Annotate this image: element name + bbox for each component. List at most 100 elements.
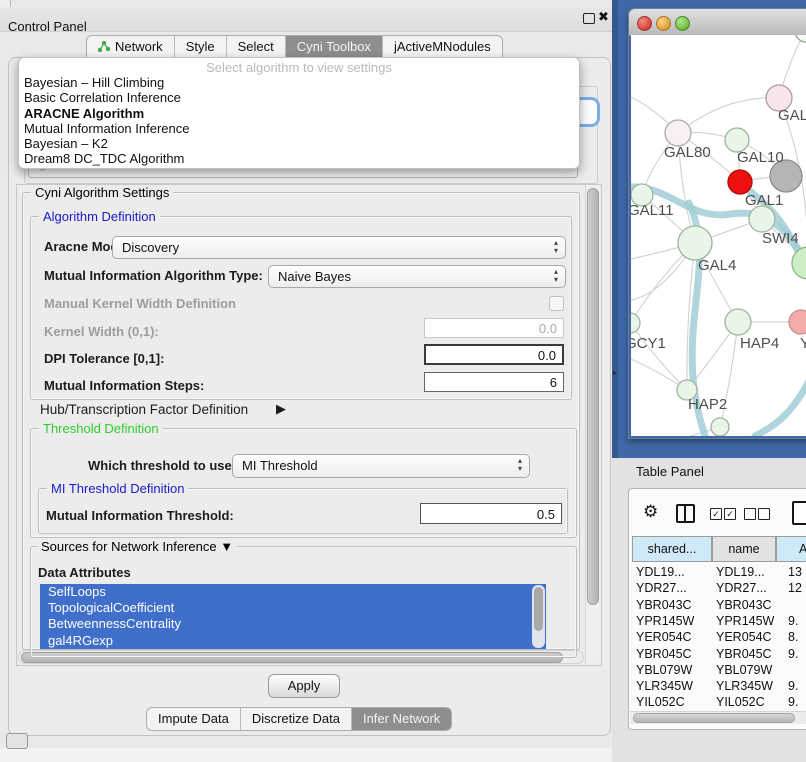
kernel-width-field[interactable]: 0.0 bbox=[424, 318, 564, 338]
table-cell: 8. bbox=[788, 629, 798, 645]
minimized-panel-icon[interactable] bbox=[6, 733, 28, 749]
table-row-ylr345w[interactable]: YLR345WYLR345W9. bbox=[632, 678, 806, 694]
network-edge bbox=[631, 323, 687, 390]
node-label-gal1: GAL1 bbox=[745, 192, 783, 209]
which-threshold-combobox[interactable]: MI Threshold ▴▾ bbox=[232, 454, 530, 478]
node-label-gal10: GAL10 bbox=[737, 149, 784, 166]
network-node-HAP4[interactable] bbox=[725, 309, 751, 335]
table-row-ypr145w[interactable]: YPR145WYPR145W9. bbox=[632, 613, 806, 629]
table-row-ydr27[interactable]: YDR27...YDR27...12 bbox=[632, 580, 806, 596]
zoom-traffic-light[interactable] bbox=[675, 16, 690, 31]
table-row-ybr043c[interactable]: YBR043CYBR043C bbox=[632, 597, 806, 613]
cyni-settings-title: Cyni Algorithm Settings bbox=[31, 185, 173, 200]
tab-style[interactable]: Style bbox=[175, 36, 227, 58]
table-row-ydl19[interactable]: YDL19...YDL19...13 bbox=[632, 564, 806, 580]
mi-steps-field[interactable]: 6 bbox=[424, 372, 564, 392]
caret-right-icon[interactable]: ▶ bbox=[276, 401, 286, 417]
table-horizontal-scrollbar-thumb[interactable] bbox=[633, 713, 795, 723]
algorithm-option-mutual-information-inference[interactable]: Mutual Information Inference bbox=[19, 121, 579, 136]
data-attributes-list: SelfLoopsTopologicalCoefficientBetweenne… bbox=[40, 584, 546, 649]
network-icon bbox=[98, 41, 110, 53]
network-node-top-partial[interactable] bbox=[795, 35, 806, 42]
control-panel-tabbar: NetworkStyleSelectCyni ToolboxjActiveMNo… bbox=[86, 35, 503, 59]
table-cell: YDL19... bbox=[716, 564, 765, 580]
attribute-item-selfloops[interactable]: SelfLoops bbox=[40, 584, 546, 600]
document-icon[interactable] bbox=[792, 501, 806, 525]
network-node-bottom-partial[interactable] bbox=[711, 418, 729, 436]
table-row-ybl079w[interactable]: YBL079WYBL079W bbox=[632, 662, 806, 678]
algorithm-option-basic-correlation-inference[interactable]: Basic Correlation Inference bbox=[19, 90, 579, 105]
column-header-shared[interactable]: shared... bbox=[632, 536, 712, 562]
table-cell: YBL079W bbox=[636, 662, 692, 678]
dpi-tolerance-field[interactable]: 0.0 bbox=[424, 344, 564, 365]
attribute-item-betweennesscentrality[interactable]: BetweennessCentrality bbox=[40, 616, 546, 632]
float-window-icon[interactable] bbox=[583, 13, 595, 24]
attribute-item-gal4rgexp[interactable]: gal4RGexp bbox=[40, 633, 546, 649]
table-cell: YDR27... bbox=[636, 580, 687, 596]
table-cell: YBR045C bbox=[636, 646, 692, 662]
column-header-a[interactable]: A bbox=[776, 536, 806, 562]
node-label-gal80: GAL80 bbox=[664, 144, 711, 161]
node-label-hap4: HAP4 bbox=[740, 335, 779, 352]
algorithm-dropdown-placeholder: Select algorithm to view settings bbox=[19, 60, 579, 75]
tab-jactivemnodules[interactable]: jActiveMNodules bbox=[383, 36, 502, 58]
checked-checkbox-icon[interactable]: ✓ bbox=[724, 508, 736, 520]
mi-threshold-field[interactable]: 0.5 bbox=[420, 503, 562, 524]
tab-cyni-toolbox[interactable]: Cyni Toolbox bbox=[286, 36, 383, 58]
network-edge bbox=[678, 98, 779, 133]
algorithm-option-aracne-algorithm[interactable]: ARACNE Algorithm bbox=[19, 106, 579, 121]
tab-network[interactable]: Network bbox=[87, 36, 175, 58]
window-edge-notch bbox=[0, 0, 11, 7]
mi-algorithm-type-combobox[interactable]: Naive Bayes ▴▾ bbox=[268, 265, 566, 288]
network-window-titlebar[interactable] bbox=[629, 9, 806, 36]
table-cell: YDL19... bbox=[636, 564, 685, 580]
vertical-scrollbar-thumb[interactable] bbox=[587, 188, 599, 605]
node-label-gal4: GAL4 bbox=[698, 257, 736, 274]
split-columns-icon[interactable] bbox=[676, 504, 695, 523]
table-row-yer054c[interactable]: YER054CYER054C8. bbox=[632, 629, 806, 645]
node-label-swi4: SWI4 bbox=[762, 230, 799, 247]
node-label-hap2: HAP2 bbox=[688, 396, 727, 413]
network-node-GAL4[interactable] bbox=[678, 226, 712, 260]
splitter-arrow-icon[interactable]: ▸ bbox=[613, 368, 617, 377]
algorithm-option-bayesian-k2[interactable]: Bayesian – K2 bbox=[19, 136, 579, 151]
spinner-arrows-icon: ▴▾ bbox=[554, 239, 558, 255]
network-node-GAL1[interactable] bbox=[728, 170, 752, 194]
attribute-item-topologicalcoefficient[interactable]: TopologicalCoefficient bbox=[40, 600, 546, 616]
threshold-definition-title: Threshold Definition bbox=[39, 421, 163, 436]
caret-down-icon[interactable]: ▼ bbox=[220, 539, 233, 554]
network-node-GAL80[interactable] bbox=[665, 120, 691, 146]
network-canvas[interactable]: GALGAL80GAL10GAL1GAL11SWI4GAL4GCY1HAP4YH… bbox=[631, 35, 806, 436]
aracne-mode-combobox[interactable]: Discovery ▴▾ bbox=[112, 236, 566, 259]
algorithm-option-bayesian-hill-climbing[interactable]: Bayesian – Hill Climbing bbox=[19, 75, 579, 90]
network-node-SWI4[interactable] bbox=[749, 206, 775, 232]
network-node-salmon-node[interactable] bbox=[789, 310, 806, 334]
app-root: Control Panel ✖ NetworkStyleSelectCyni T… bbox=[0, 0, 806, 762]
minimize-traffic-light[interactable] bbox=[656, 16, 671, 31]
unchecked-checkbox-icon[interactable] bbox=[744, 508, 756, 520]
checked-checkbox-icon[interactable]: ✓ bbox=[710, 508, 722, 520]
list-scrollbar-thumb[interactable] bbox=[534, 587, 543, 631]
which-threshold-label: Which threshold to use: bbox=[88, 458, 236, 473]
hub-definition-label[interactable]: Hub/Transcription Factor Definition bbox=[40, 402, 248, 417]
bottom-tabbar: Impute DataDiscretize DataInfer Network bbox=[146, 707, 452, 731]
column-header-name[interactable]: name bbox=[712, 536, 776, 562]
manual-kernel-checkbox[interactable] bbox=[549, 296, 564, 311]
network-node-GCY1[interactable] bbox=[631, 313, 640, 333]
algorithm-option-dream8-dc-tdc-algorithm[interactable]: Dream8 DC_TDC Algorithm bbox=[19, 151, 579, 166]
table-row-yil052c[interactable]: YIL052CYIL052C9. bbox=[632, 694, 806, 710]
bottom-tab-infer-network[interactable]: Infer Network bbox=[352, 708, 451, 730]
close-traffic-light[interactable] bbox=[637, 16, 652, 31]
table-cell: YDR27... bbox=[716, 580, 767, 596]
tab-select[interactable]: Select bbox=[227, 36, 286, 58]
table-row-ybr045c[interactable]: YBR045CYBR045C9. bbox=[632, 646, 806, 662]
data-attributes-label: Data Attributes bbox=[38, 565, 131, 580]
bottom-tab-discretize-data[interactable]: Discretize Data bbox=[241, 708, 352, 730]
network-node-right-green[interactable] bbox=[792, 247, 806, 279]
mi-steps-label: Mutual Information Steps: bbox=[44, 378, 204, 393]
bottom-tab-impute-data[interactable]: Impute Data bbox=[147, 708, 241, 730]
close-icon[interactable]: ✖ bbox=[598, 9, 609, 25]
apply-button[interactable]: Apply bbox=[268, 674, 340, 698]
unchecked-checkbox-icon[interactable] bbox=[758, 508, 770, 520]
gear-icon[interactable]: ⚙ bbox=[643, 502, 658, 522]
